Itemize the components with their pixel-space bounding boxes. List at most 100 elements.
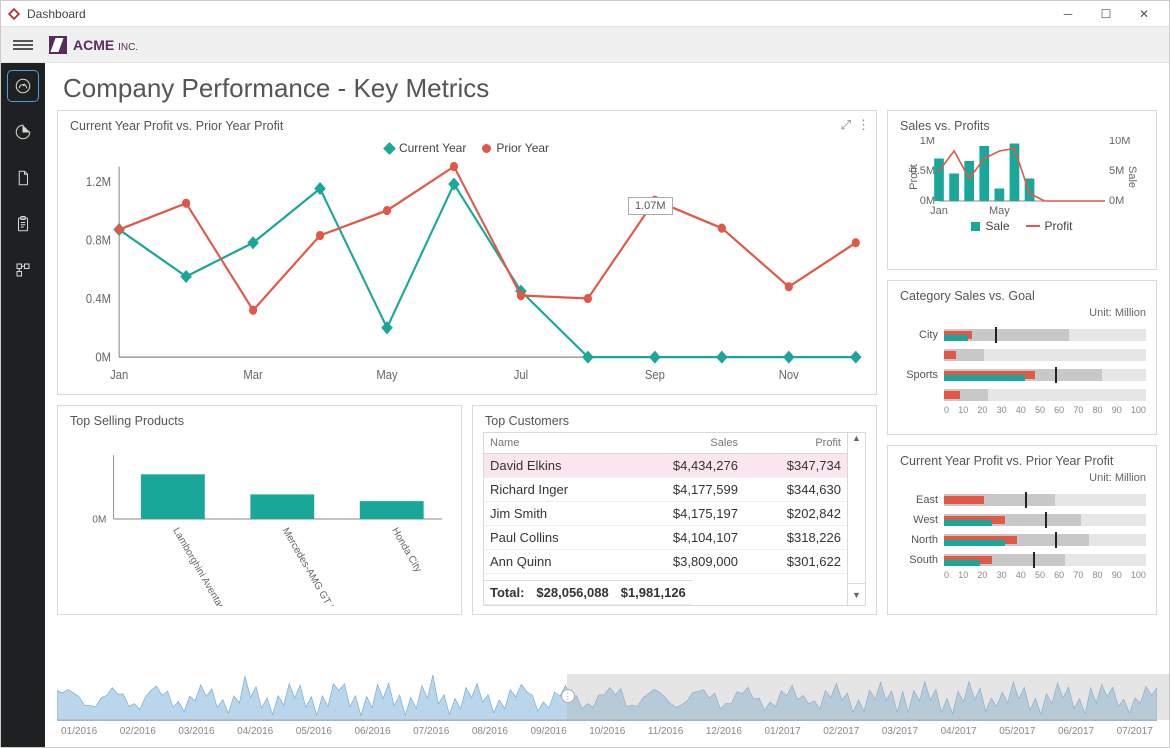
nav-dashboard[interactable] — [8, 71, 38, 101]
acme-logo-icon — [49, 36, 67, 54]
card-title: Current Year Profit vs. Prior Year Profi… — [888, 446, 1156, 472]
col-sales[interactable]: Sales — [624, 433, 744, 454]
svg-text:May: May — [376, 367, 397, 382]
bullet-track — [944, 494, 1146, 506]
bullet-chart-region[interactable]: East West North South — [888, 484, 1156, 614]
card-top-customers: Top Customers Name Sales Profit David El… — [472, 405, 877, 615]
legend-marker-profit — [1026, 225, 1040, 227]
table-row[interactable]: Paul Collins$4,104,107$318,226 — [484, 526, 847, 550]
bullet-label: City — [898, 329, 938, 341]
window-minimize[interactable]: ─ — [1049, 3, 1087, 25]
window-close[interactable]: ✕ — [1125, 3, 1163, 25]
bullet-label: East — [898, 494, 938, 506]
legend-label-profit: Profit — [1045, 219, 1073, 233]
timeline-handle-left[interactable]: ⋮ — [561, 689, 575, 703]
chart-profit-vs-prior[interactable]: 0M0.4M0.8M1.2MJanMarMayJulSepNov — [68, 155, 866, 386]
bullet-track — [944, 514, 1146, 526]
card-title: Sales vs. Profits — [888, 111, 1156, 137]
bullet-axis: 0102030405060708090100 — [944, 570, 1146, 580]
card-sales-vs-profits: Sales vs. Profits 0M0.5M1M0M5M10MProfitS… — [887, 110, 1157, 270]
tooltip: 1.07M — [628, 197, 673, 215]
bullet-row: South — [898, 554, 1146, 566]
bullet-track — [944, 329, 1146, 341]
table-dropdown-icon[interactable]: ▼ — [847, 583, 865, 605]
card-top-products: Top Selling Products 0MLamborghini Avent… — [57, 405, 462, 615]
modules-icon — [14, 261, 32, 279]
brand-name: ACME — [73, 37, 114, 53]
legend-label-prior: Prior Year — [496, 141, 549, 155]
sidebar — [1, 63, 45, 747]
svg-text:Jan: Jan — [930, 205, 948, 217]
bullet-row — [898, 389, 1146, 401]
expand-icon[interactable]: ⤢ — [841, 117, 851, 133]
svg-text:5M: 5M — [1109, 165, 1124, 177]
customers-table[interactable]: Name Sales Profit David Elkins$4,434,276… — [484, 433, 847, 574]
nav-clipboard[interactable] — [8, 209, 38, 239]
svg-text:Sep: Sep — [645, 367, 665, 382]
timeline-selection[interactable] — [567, 674, 1170, 720]
table-row[interactable]: Jim Smith$4,175,197$202,842 — [484, 502, 847, 526]
brand-logo: ACME INC. — [49, 36, 138, 54]
bullet-track — [944, 554, 1146, 566]
col-profit[interactable]: Profit — [744, 433, 847, 454]
svg-text:0.4M: 0.4M — [86, 291, 111, 306]
bullet-track — [944, 369, 1146, 381]
scroll-up-icon[interactable]: ▲ — [852, 433, 861, 443]
bullet-label: North — [898, 534, 938, 546]
window-titlebar: Dashboard ─ ☐ ✕ — [1, 1, 1169, 27]
card-profit-vs-prior: Current Year Profit vs. Prior Year Profi… — [57, 110, 877, 395]
brand-suffix: INC. — [118, 42, 138, 53]
bullet-label: Sports — [898, 369, 938, 381]
unit-label: Unit: Million — [888, 472, 1156, 484]
timeline-ticks: 01/201602/201603/201604/201605/201606/20… — [57, 724, 1157, 739]
svg-text:Profit: Profit — [908, 164, 920, 190]
svg-text:10M: 10M — [1109, 137, 1130, 147]
document-icon — [14, 169, 32, 187]
card-region-profit: Current Year Profit vs. Prior Year Profi… — [887, 445, 1157, 615]
card-title: Category Sales vs. Goal — [888, 281, 1156, 307]
pie-icon — [14, 123, 32, 141]
hamburger-menu-icon[interactable] — [13, 38, 33, 52]
app-icon — [7, 7, 21, 21]
chart-sales-vs-profits[interactable]: 0M0.5M1M0M5M10MProfitSaleJanMay — [898, 137, 1146, 217]
window-title: Dashboard — [27, 7, 86, 21]
table-row[interactable]: Richard Inger$4,177,599$344,630 — [484, 478, 847, 502]
clipboard-icon — [14, 215, 32, 233]
bullet-row: West — [898, 514, 1146, 526]
nav-reports[interactable] — [8, 117, 38, 147]
bullet-chart-category[interactable]: City Sports — [888, 319, 1156, 434]
svg-text:Jul: Jul — [514, 367, 528, 382]
table-row[interactable]: Ann Quinn$3,809,000$301,622 — [484, 550, 847, 574]
page-title: Company Performance - Key Metrics — [45, 63, 1169, 110]
card-title: Top Selling Products — [58, 406, 461, 432]
svg-text:Lamborghini Aventador: Lamborghini Aventador — [170, 526, 231, 606]
table-scrollbar[interactable]: ▲ — [847, 433, 865, 583]
chart-top-products[interactable]: 0MLamborghini AventadorMercedes-AMG GT S… — [68, 432, 451, 606]
legend: Current Year Prior Year — [58, 141, 876, 155]
total-profit: $1,981,126 — [615, 581, 692, 605]
table-row[interactable]: David Elkins$4,434,276$347,734 — [484, 454, 847, 478]
nav-documents[interactable] — [8, 163, 38, 193]
legend-label-current: Current Year — [399, 141, 466, 155]
bullet-track — [944, 349, 1146, 361]
brand-bar: ACME INC. — [1, 27, 1169, 63]
svg-text:0.8M: 0.8M — [86, 233, 111, 248]
svg-text:Mar: Mar — [243, 367, 262, 382]
svg-text:Honda City: Honda City — [389, 526, 423, 574]
legend-label-sale: Sale — [985, 219, 1009, 233]
bullet-row: East — [898, 494, 1146, 506]
timeline-range-selector[interactable]: ⋮ ⋮ 01/201602/201603/201604/201605/20160… — [45, 667, 1169, 747]
nav-modules[interactable] — [8, 255, 38, 285]
bullet-row — [898, 349, 1146, 361]
col-name[interactable]: Name — [484, 433, 624, 454]
svg-text:1.2M: 1.2M — [86, 174, 111, 189]
card-title: Top Customers — [473, 406, 876, 432]
card-title: Current Year Profit vs. Prior Year Profi… — [58, 111, 876, 137]
total-sales: $28,056,088 — [530, 581, 614, 605]
legend-marker-sale — [971, 222, 980, 231]
svg-text:1M: 1M — [920, 137, 935, 147]
window-maximize[interactable]: ☐ — [1087, 3, 1125, 25]
svg-text:0M: 0M — [1109, 195, 1124, 207]
kebab-icon[interactable]: ⋮ — [857, 117, 870, 133]
bullet-axis: 0102030405060708090100 — [944, 405, 1146, 415]
